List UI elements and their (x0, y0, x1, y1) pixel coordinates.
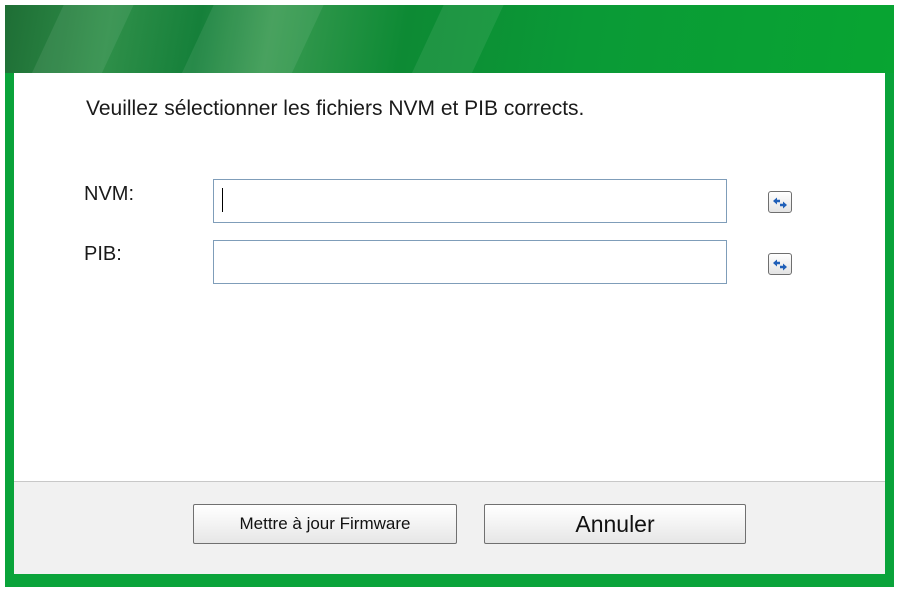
title-bar[interactable] (5, 5, 894, 105)
cancel-button[interactable]: Annuler (484, 504, 746, 544)
browse-arrows-icon (773, 259, 787, 271)
pib-input[interactable] (213, 240, 727, 284)
nvm-browse-button[interactable] (768, 191, 792, 213)
browse-arrows-icon (773, 197, 787, 209)
text-caret (222, 188, 223, 212)
instruction-text: Veuillez sélectionner les fichiers NVM e… (86, 97, 585, 120)
pib-browse-button[interactable] (768, 253, 792, 275)
nvm-input[interactable] (213, 179, 727, 223)
dialog-footer: Mettre à jour Firmware Annuler (14, 481, 885, 574)
update-firmware-button[interactable]: Mettre à jour Firmware (193, 504, 457, 544)
nvm-label: NVM: (84, 183, 134, 205)
pib-label: PIB: (84, 243, 122, 265)
dialog-window: Veuillez sélectionner les fichiers NVM e… (5, 5, 894, 587)
dialog-content: Veuillez sélectionner les fichiers NVM e… (14, 73, 885, 481)
